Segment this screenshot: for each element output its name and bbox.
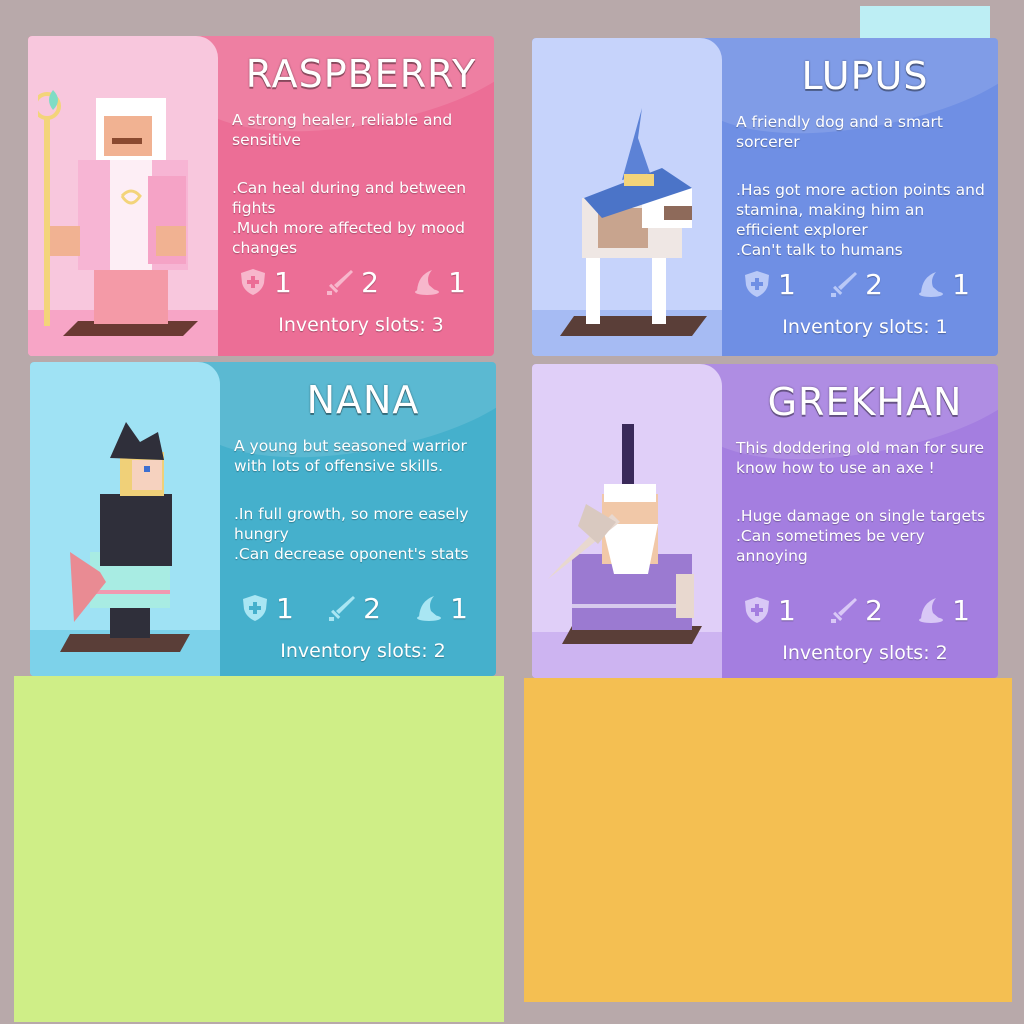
shield-icon (243, 595, 267, 621)
wizard-hat-icon (417, 596, 442, 621)
trait-line: .Has got more action points and stamina,… (736, 181, 985, 239)
grekhan-figure (548, 424, 702, 644)
inventory-slots: Inventory slots: 3 (278, 314, 444, 336)
character-description: A friendly dog and a smart sorcerer (736, 113, 943, 151)
sword-icon (831, 272, 858, 297)
wizard-hat-icon (919, 598, 944, 623)
trait-line: .Can heal during and between fights (232, 179, 467, 217)
magic-value: 1 (448, 265, 466, 299)
sword-icon (327, 270, 354, 295)
character-name: LUPUS (801, 54, 929, 98)
inventory-slots: Inventory slots: 2 (782, 642, 948, 664)
stat-row: 1 2 1 (240, 590, 476, 626)
defense-stat: 1 (240, 592, 294, 625)
defense-stat: 1 (742, 594, 796, 627)
magic-value: 1 (450, 591, 468, 625)
stat-row: 1 2 1 (742, 266, 978, 302)
attack-value: 2 (865, 267, 883, 301)
character-card-lupus[interactable]: LUPUS A friendly dog and a smart sorcere… (532, 38, 998, 356)
character-name: RASPBERRY (245, 52, 477, 96)
inventory-slots: Inventory slots: 2 (280, 640, 446, 662)
magic-stat: 1 (916, 594, 970, 627)
attack-value: 2 (865, 593, 883, 627)
character-description: A young but seasoned warrior with lots o… (234, 437, 467, 475)
magic-stat: 1 (414, 592, 468, 625)
defense-value: 1 (778, 267, 796, 301)
defense-value: 1 (276, 591, 294, 625)
wizard-hat-icon (415, 270, 440, 295)
green-block (14, 676, 504, 1022)
wizard-hat-icon (919, 272, 944, 297)
defense-value: 1 (778, 593, 796, 627)
shield-icon (745, 271, 769, 297)
defense-stat: 1 (238, 266, 292, 299)
character-name: NANA (306, 378, 420, 422)
raspberry-figure (38, 90, 198, 336)
attack-stat: 2 (327, 592, 381, 625)
sword-icon (831, 598, 858, 623)
trait-line: .Much more affected by mood changes (232, 219, 465, 257)
character-traits: .Huge damage on single targets .Can some… (736, 506, 986, 566)
lupus-figure (560, 108, 707, 336)
magic-stat: 1 (412, 266, 466, 299)
attack-value: 2 (361, 265, 379, 299)
trait-line: .Huge damage on single targets (736, 507, 986, 525)
character-card-nana[interactable]: NANA A young but seasoned warrior with l… (30, 362, 496, 676)
shield-icon (241, 269, 265, 295)
stat-row: 1 2 1 (238, 264, 474, 300)
character-traits: .Can heal during and between fights .Muc… (232, 178, 482, 258)
magic-value: 1 (952, 267, 970, 301)
defense-stat: 1 (742, 268, 796, 301)
defense-value: 1 (274, 265, 292, 299)
character-card-raspberry[interactable]: RASPBERRY A strong healer, reliable and … (28, 36, 494, 356)
cyan-corner-block (860, 6, 990, 40)
character-description: This doddering old man for sure know how… (736, 439, 985, 477)
character-traits: .Has got more action points and stamina,… (736, 180, 986, 260)
character-card-grekhan[interactable]: GREKHAN This doddering old man for sure … (532, 364, 998, 678)
stat-row: 1 2 1 (742, 592, 978, 628)
orange-block (524, 678, 1012, 1002)
shield-icon (745, 597, 769, 623)
trait-line: .Can sometimes be very annoying (736, 527, 925, 565)
trait-line: .Can't talk to humans (736, 241, 903, 259)
attack-stat: 2 (829, 594, 883, 627)
character-name: GREKHAN (767, 380, 963, 424)
inventory-slots: Inventory slots: 1 (782, 316, 948, 338)
attack-value: 2 (363, 591, 381, 625)
character-traits: .In full growth, so more easely hungry .… (234, 504, 484, 564)
sword-icon (329, 596, 356, 621)
magic-value: 1 (952, 593, 970, 627)
attack-stat: 2 (325, 266, 379, 299)
character-description: A strong healer, reliable and sensitive (232, 111, 453, 149)
magic-stat: 1 (916, 268, 970, 301)
trait-line: .Can decrease oponent's stats (234, 545, 469, 563)
trait-line: .In full growth, so more easely hungry (234, 505, 469, 543)
attack-stat: 2 (829, 268, 883, 301)
nana-figure (60, 422, 190, 652)
